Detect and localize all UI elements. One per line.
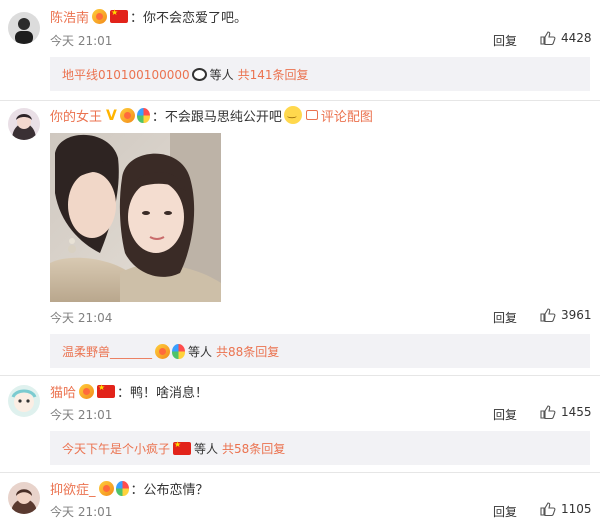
comment-time: 今天 21:04 xyxy=(50,311,113,325)
balloon-badge-icon xyxy=(136,107,150,123)
comment-text: 你不会恋爱了吧。 xyxy=(143,10,248,26)
comment-time: 今天 21:01 xyxy=(50,505,113,519)
divider xyxy=(0,375,600,376)
colon: ： xyxy=(130,10,144,26)
fan-badge-icon xyxy=(92,8,108,24)
reply-count-link[interactable]: 共141条回复 xyxy=(238,66,309,83)
reply-etc: 等人 xyxy=(194,441,219,456)
pic-link-label: 评论配图 xyxy=(320,109,373,125)
thumb-up-icon xyxy=(540,31,556,45)
reply-button[interactable]: 回复 xyxy=(493,32,517,49)
china-flag-icon xyxy=(173,440,192,455)
smile-emoji-icon xyxy=(283,106,302,124)
reply-username[interactable]: 温柔野兽_______ xyxy=(62,343,152,360)
replies-preview[interactable]: 今天下午是个小疯子 等人 共58条回复 xyxy=(50,431,590,465)
reply-button[interactable]: 回复 xyxy=(493,503,517,520)
balloon-badge-icon xyxy=(115,480,129,496)
comment-header: 抑欲症_ ： 公布恋情？ xyxy=(50,478,209,498)
comment-header: 猫哈 ： 鸭！啥消息！ xyxy=(50,381,208,401)
like-button[interactable]: 1105 xyxy=(540,502,592,516)
balloon-badge-icon xyxy=(172,343,186,359)
thumb-up-icon xyxy=(540,502,556,516)
thumb-up-icon xyxy=(540,308,556,322)
colon: ： xyxy=(117,385,131,401)
comment-text: 不会跟马思纯公开吧 xyxy=(164,109,282,125)
reply-username[interactable]: 今天下午是个小疯子 xyxy=(62,440,170,457)
avatar[interactable] xyxy=(8,385,40,417)
comment-header: 陈浩南 ： 你不会恋爱了吧。 xyxy=(50,6,247,26)
fan-badge-icon xyxy=(155,343,171,359)
reply-button[interactable]: 回复 xyxy=(493,309,517,326)
vip-v-icon: V xyxy=(106,107,117,124)
like-count: 1105 xyxy=(561,502,592,516)
like-button[interactable]: 1455 xyxy=(540,405,592,419)
like-count: 3961 xyxy=(561,308,592,322)
fan-badge-icon xyxy=(79,383,95,399)
fan-badge-icon xyxy=(119,107,135,123)
panda-badge-icon xyxy=(191,67,207,81)
fan-badge-icon xyxy=(98,480,114,496)
avatar[interactable] xyxy=(8,482,40,514)
comment-time: 今天 21:01 xyxy=(50,34,113,48)
username[interactable]: 陈浩南 xyxy=(50,7,89,26)
colon: ： xyxy=(130,482,144,498)
replies-preview[interactable]: 温柔野兽_______ 等人 共88条回复 xyxy=(50,334,590,368)
thumb-up-icon xyxy=(540,405,556,419)
divider xyxy=(0,100,600,101)
reply-etc: 等人 xyxy=(209,67,234,82)
reply-count-link[interactable]: 共88条回复 xyxy=(216,343,279,360)
reply-etc: 等人 xyxy=(188,344,213,359)
comment-photo[interactable] xyxy=(50,133,221,302)
avatar[interactable] xyxy=(8,12,40,44)
comment-text: 鸭！啥消息！ xyxy=(130,385,209,401)
avatar[interactable] xyxy=(8,108,40,140)
reply-button[interactable]: 回复 xyxy=(493,406,517,423)
like-count: 4428 xyxy=(561,31,592,45)
replies-preview[interactable]: 地平线010100100000 等人 共141条回复 xyxy=(50,57,590,91)
colon: ： xyxy=(151,109,165,125)
china-flag-icon xyxy=(110,8,129,23)
comment-text: 公布恋情？ xyxy=(143,482,209,498)
china-flag-icon xyxy=(97,383,116,398)
username[interactable]: 你的女王 xyxy=(50,106,102,125)
like-button[interactable]: 4428 xyxy=(540,31,592,45)
comment-time: 今天 21:01 xyxy=(50,408,113,422)
reply-count-link[interactable]: 共58条回复 xyxy=(222,440,285,457)
like-button[interactable]: 3961 xyxy=(540,308,592,322)
like-count: 1455 xyxy=(561,405,592,419)
image-icon xyxy=(305,110,318,120)
comment-image-link[interactable]: 评论配图 xyxy=(305,106,373,125)
username[interactable]: 抑欲症_ xyxy=(50,479,96,498)
divider xyxy=(0,472,600,473)
username[interactable]: 猫哈 xyxy=(50,382,76,401)
comment-header: 你的女王 V ： 不会跟马思纯公开吧 评论配图 xyxy=(50,105,373,125)
reply-username[interactable]: 地平线010100100000 xyxy=(62,66,190,83)
